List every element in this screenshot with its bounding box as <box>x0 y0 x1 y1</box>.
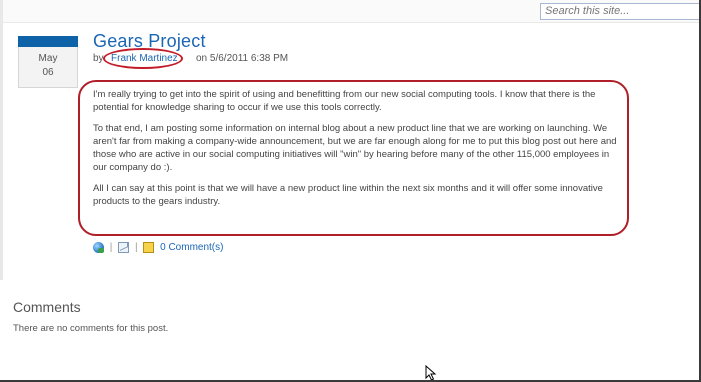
post-actions: | | 0 Comment(s) <box>93 242 223 256</box>
search-input[interactable] <box>540 3 701 20</box>
post-paragraph-3: All I can say at this point is that we w… <box>93 183 603 207</box>
date-header-bar <box>18 36 78 47</box>
post-date-calendar: May 06 <box>18 36 78 88</box>
left-border <box>0 0 3 280</box>
date-body: May 06 <box>18 47 78 88</box>
action-separator: | <box>109 242 113 253</box>
post-paragraph-1: I'm really trying to get into the spirit… <box>93 89 596 113</box>
action-separator: | <box>134 242 138 253</box>
mouse-cursor-icon <box>425 365 437 381</box>
comment-icon[interactable] <box>143 242 155 253</box>
byline-prefix: by <box>93 53 104 64</box>
no-comments-text: There are no comments for this post. <box>13 323 169 334</box>
post-body: I'm really trying to get into the spirit… <box>93 88 623 216</box>
comments-count-link[interactable]: 0 Comment(s) <box>160 242 223 253</box>
post-datetime: on 5/6/2011 6:38 PM <box>196 53 289 64</box>
author-link[interactable]: Frank Martinez <box>111 53 178 64</box>
post-paragraph-2: To that end, I am posting some informati… <box>93 123 617 173</box>
comments-heading: Comments <box>13 299 81 315</box>
globe-icon[interactable] <box>93 242 104 253</box>
date-month: May <box>38 53 58 64</box>
email-icon[interactable] <box>118 242 130 253</box>
date-day: 06 <box>42 67 54 78</box>
